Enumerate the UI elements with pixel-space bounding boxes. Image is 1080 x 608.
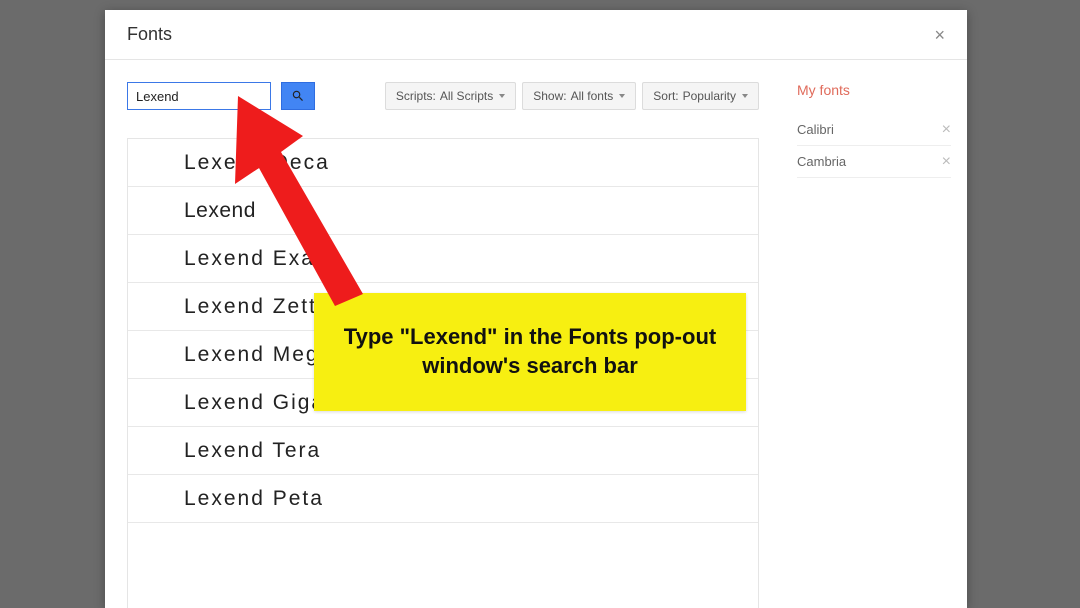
search-icon bbox=[291, 89, 305, 103]
filter-label: Scripts: bbox=[396, 89, 436, 103]
my-fonts-sidebar: My fonts Calibri × Cambria × bbox=[781, 60, 967, 608]
list-item[interactable]: Lexend Exa bbox=[128, 235, 758, 283]
filter-group: Scripts: All Scripts Show: All fonts Sor… bbox=[385, 82, 759, 110]
search-input[interactable] bbox=[127, 82, 271, 110]
chevron-down-icon bbox=[742, 94, 748, 98]
filter-show[interactable]: Show: All fonts bbox=[522, 82, 636, 110]
list-item[interactable]: Lexend Peta bbox=[128, 475, 758, 523]
filter-label: Show: bbox=[533, 89, 566, 103]
controls-row: Scripts: All Scripts Show: All fonts Sor… bbox=[127, 82, 759, 110]
chevron-down-icon bbox=[619, 94, 625, 98]
annotation-text: Type "Lexend" in the Fonts pop-out windo… bbox=[336, 323, 724, 380]
close-button[interactable]: × bbox=[934, 26, 945, 44]
filter-value: Popularity bbox=[683, 89, 736, 103]
my-font-name: Calibri bbox=[797, 122, 834, 137]
list-item[interactable]: Lexend Deca bbox=[128, 139, 758, 187]
filter-label: Sort: bbox=[653, 89, 678, 103]
app-backdrop: Fonts × Scripts: All Scripts bbox=[0, 0, 1080, 608]
annotation-callout: Type "Lexend" in the Fonts pop-out windo… bbox=[314, 293, 746, 411]
remove-font-button[interactable]: × bbox=[942, 122, 951, 138]
filter-value: All Scripts bbox=[440, 89, 493, 103]
remove-font-button[interactable]: × bbox=[942, 154, 951, 170]
filter-scripts[interactable]: Scripts: All Scripts bbox=[385, 82, 516, 110]
chevron-down-icon bbox=[499, 94, 505, 98]
my-fonts-title: My fonts bbox=[797, 82, 951, 98]
dialog-title: Fonts bbox=[127, 24, 172, 45]
list-item[interactable]: Lexend Tera bbox=[128, 427, 758, 475]
my-font-item: Cambria × bbox=[797, 146, 951, 178]
my-font-item: Calibri × bbox=[797, 114, 951, 146]
list-item[interactable]: Lexend bbox=[128, 187, 758, 235]
dialog-header: Fonts × bbox=[105, 10, 967, 60]
filter-value: All fonts bbox=[571, 89, 614, 103]
search-button[interactable] bbox=[281, 82, 315, 110]
my-font-name: Cambria bbox=[797, 154, 846, 169]
filter-sort[interactable]: Sort: Popularity bbox=[642, 82, 759, 110]
